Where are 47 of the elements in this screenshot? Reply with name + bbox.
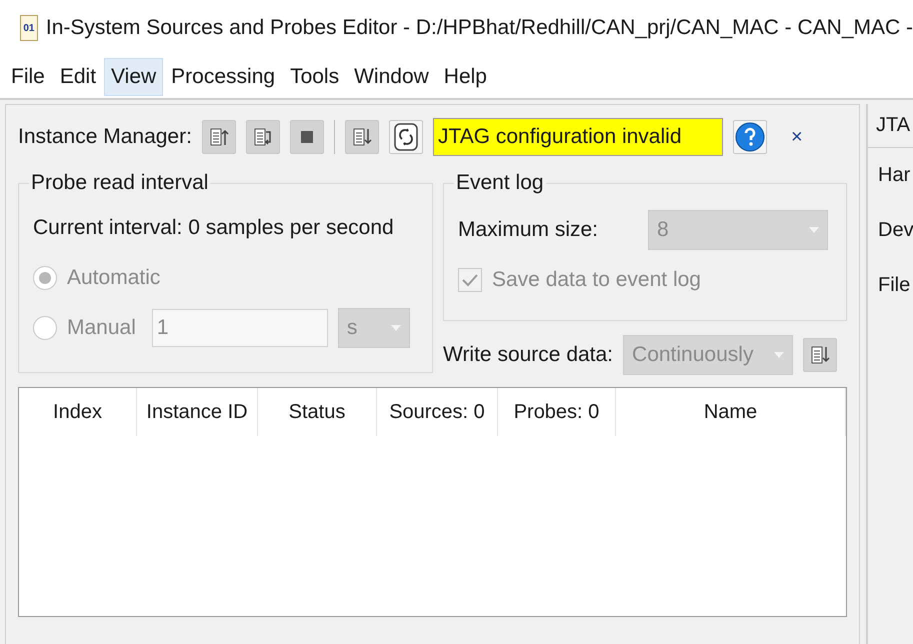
menu-item[interactable]: File xyxy=(4,58,52,96)
window-title: In-System Sources and Probes Editor - D:/HPBhat/Redhill/CAN_prj/CAN_MAC - CAN_MAC - xyxy=(46,16,913,40)
menu-item[interactable]: Tools xyxy=(283,58,346,96)
radio-label: Automatic xyxy=(67,266,160,290)
status-message: JTAG configuration invalid xyxy=(432,118,723,156)
panel-label: File xyxy=(877,273,912,298)
app-icon: 01 xyxy=(20,15,38,41)
column-header[interactable]: Status xyxy=(258,388,377,436)
caret-icon xyxy=(774,352,784,358)
column-header[interactable]: Probes: 0 xyxy=(498,388,616,436)
max-size-label: Maximum size: xyxy=(458,218,598,242)
radio-label: Manual xyxy=(67,316,136,340)
check-icon xyxy=(461,273,479,287)
menu-item[interactable]: Window xyxy=(347,58,436,96)
scan-up-button[interactable] xyxy=(202,120,236,154)
list-arrow-down-icon xyxy=(352,127,372,147)
stop-button[interactable] xyxy=(290,120,324,154)
toolbar-label: Instance Manager: xyxy=(18,125,192,149)
help-button[interactable] xyxy=(732,120,767,154)
list-arrow-up-icon xyxy=(208,127,229,147)
close-button[interactable]: × xyxy=(790,126,803,148)
current-interval-text: Current interval: 0 samples per second xyxy=(33,216,394,240)
refresh-button[interactable] xyxy=(388,120,423,154)
panel-label: Har xyxy=(877,163,912,188)
group-title: Probe read interval xyxy=(30,171,210,195)
group-title: Event log xyxy=(455,171,545,195)
list-arrow-down-icon xyxy=(810,345,830,365)
menu-item[interactable]: Processing xyxy=(164,58,282,96)
column-header[interactable]: Sources: 0 xyxy=(377,388,498,436)
column-header[interactable]: Instance ID xyxy=(137,388,258,436)
write-button[interactable] xyxy=(803,338,838,372)
menu-item[interactable]: View xyxy=(104,58,164,96)
menu-item[interactable]: Edit xyxy=(52,58,104,96)
refresh-icon xyxy=(394,123,418,151)
panel-header: JTA xyxy=(868,104,913,148)
help-icon xyxy=(734,122,765,152)
checkbox-label: Save data to event log xyxy=(492,268,701,292)
column-header[interactable]: Name xyxy=(616,388,846,436)
list-loop-icon xyxy=(252,127,273,147)
menu-item[interactable]: Help xyxy=(436,58,494,96)
write-source-label: Write source data: xyxy=(443,343,614,367)
loop-button[interactable] xyxy=(246,120,280,154)
stop-icon xyxy=(300,131,313,143)
caret-icon xyxy=(809,227,820,233)
column-header[interactable]: Index xyxy=(19,388,137,436)
caret-icon xyxy=(390,325,401,331)
scan-down-button[interactable] xyxy=(344,120,379,154)
